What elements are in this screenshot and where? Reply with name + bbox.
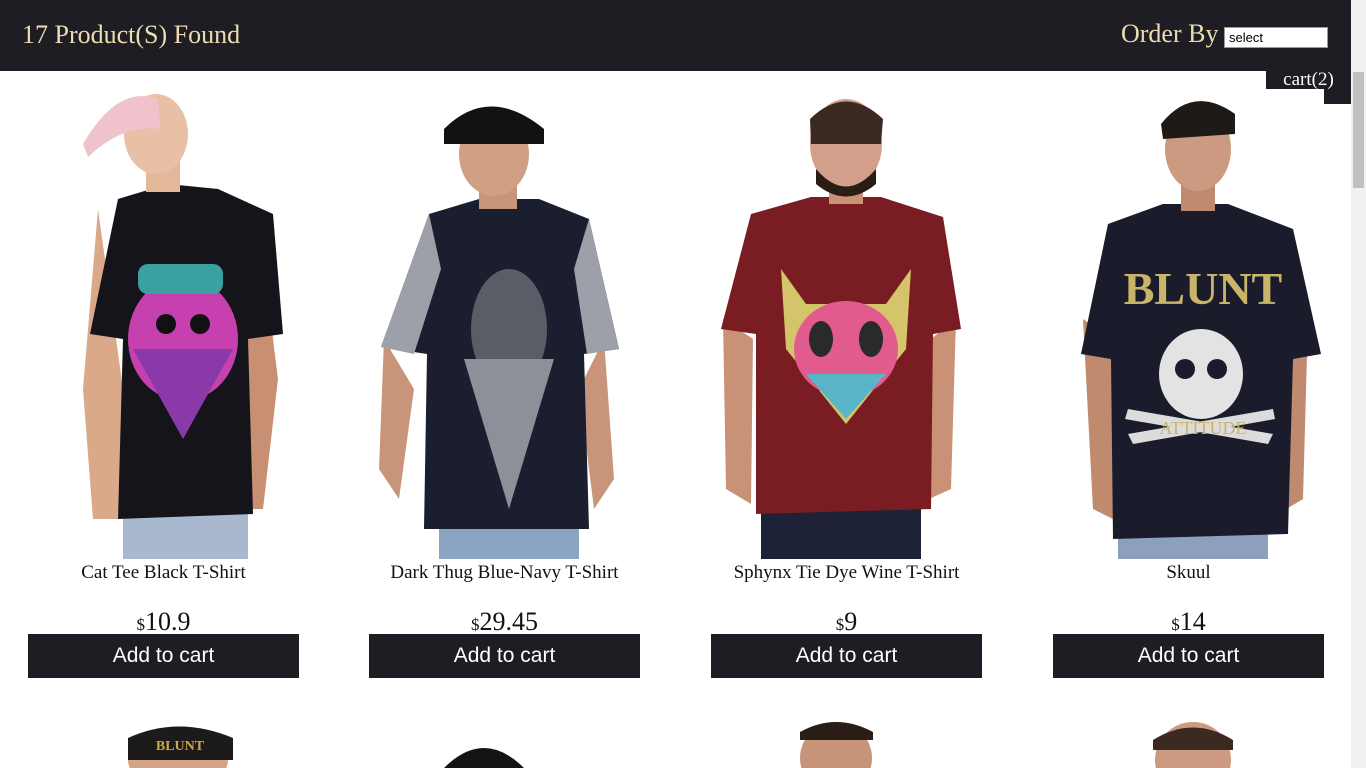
price-currency: $ (471, 615, 480, 634)
add-to-cart-button[interactable]: Add to cart (1053, 634, 1324, 678)
product-name[interactable]: Skuul (1053, 561, 1324, 585)
product-name[interactable]: Dark Thug Blue-Navy T-Shirt (369, 561, 640, 585)
product-card-partial[interactable]: BLUNT (28, 720, 299, 768)
add-to-cart-button[interactable]: Add to cart (28, 634, 299, 678)
price-currency: $ (1171, 615, 1180, 634)
order-by-select[interactable]: select (1224, 27, 1328, 48)
product-image[interactable] (711, 89, 982, 559)
svg-text:BLUNT: BLUNT (1124, 263, 1282, 314)
add-to-cart-button[interactable]: Add to cart (711, 634, 982, 678)
scrollbar-thumb[interactable] (1353, 72, 1364, 188)
product-card-partial[interactable] (1053, 720, 1324, 768)
price-currency: $ (835, 615, 845, 634)
price-value: 9 (844, 607, 858, 636)
product-image[interactable] (28, 89, 299, 559)
product-image[interactable]: BLUNT ATTITUDE (1053, 89, 1324, 559)
products-found-count: 17 Product(S) Found (22, 20, 241, 49)
product-card-partial[interactable] (369, 720, 640, 768)
top-bar: 17 Product(S) Found Order By select (0, 0, 1351, 71)
product-card-partial[interactable] (711, 720, 982, 768)
order-by-label: Order By (1121, 19, 1219, 48)
price-value: 14 (1179, 607, 1206, 636)
product-name[interactable]: Cat Tee Black T-Shirt (28, 561, 299, 585)
add-to-cart-button[interactable]: Add to cart (369, 634, 640, 678)
svg-text:ATTITUDE: ATTITUDE (1160, 418, 1247, 438)
price-value: 29.45 (479, 607, 539, 636)
product-image[interactable] (369, 89, 640, 559)
price-value: 10.9 (145, 607, 191, 636)
price-currency: $ (136, 615, 146, 634)
product-name[interactable]: Sphynx Tie Dye Wine T-Shirt (711, 561, 982, 585)
svg-text:BLUNT: BLUNT (156, 739, 205, 754)
